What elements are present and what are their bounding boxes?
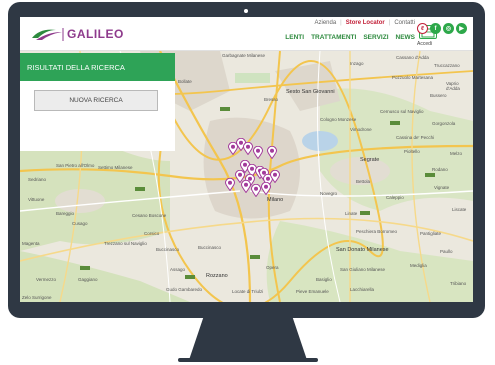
stage: Garbagnate Milanese Bollate Sesto San Gi… [0, 0, 495, 365]
top-links: Azienda | Store Locator | Contatti [314, 20, 415, 26]
monitor-base [178, 358, 318, 362]
map-label: Paullo [440, 249, 453, 254]
monitor-stand [189, 318, 307, 360]
map-label: Bettola [356, 179, 371, 184]
map-label: Basiglio [316, 277, 332, 282]
logo-swoosh-icon [32, 28, 64, 41]
map-label: Trezzano sul Naviglio [104, 241, 147, 246]
map-label: Vimodrone [350, 127, 372, 132]
map-label: Bresso [264, 97, 279, 102]
map-label: Gudo Gambaredo [166, 287, 203, 292]
results-panel: RISULTATI DELLA RICERCA NUOVA RICERCA [20, 53, 175, 151]
monitor-frame: Garbagnate Milanese Bollate Sesto San Gi… [8, 2, 485, 318]
nav-servizi[interactable]: SERVIZI [363, 34, 388, 41]
site-header: GALILEO Azienda | Store Locator | Contat… [20, 17, 473, 51]
map-label: Bussero [430, 93, 447, 98]
map-label: Segrate [360, 157, 380, 163]
new-search-button[interactable]: NUOVA RICERCA [34, 90, 158, 111]
map-label: Liscate [452, 207, 467, 212]
map-label: Tribiano [450, 281, 467, 286]
map-label: Rodano [432, 167, 448, 172]
accessibility-icon[interactable]: ℓ [417, 23, 428, 34]
store-pin-icon[interactable] [251, 184, 261, 197]
store-pin-icon[interactable] [261, 182, 271, 195]
map-label: Milano [267, 197, 284, 203]
instagram-icon[interactable]: ◎ [443, 23, 454, 34]
map-label: Locate di Triulzi [232, 289, 264, 294]
map-label: Buccinasco [156, 247, 180, 252]
map-label: Cologno Monzese [320, 117, 357, 122]
map-label: Bollate [178, 79, 192, 84]
store-pin-icon[interactable] [225, 178, 235, 191]
map-label: Rozzano [206, 273, 228, 279]
results-title: RISULTATI DELLA RICERCA [20, 53, 175, 81]
map-label: Lacchiarella [350, 287, 375, 292]
map-label: Corsico [144, 231, 160, 236]
map-label: Novegro [320, 191, 338, 196]
map-label: Settimo Milanese [98, 165, 133, 170]
nav-lenti[interactable]: LENTI [285, 34, 304, 41]
camera-dot [244, 9, 248, 13]
brand-name: GALILEO [67, 27, 124, 41]
map-label: San Donato Milanese [336, 247, 389, 253]
store-pin-icon[interactable] [253, 146, 263, 159]
map-label: Linate [345, 211, 358, 216]
map-label: San Pietro all'Olmo [56, 163, 95, 168]
map-label: Mediglia [410, 263, 427, 268]
link-contatti[interactable]: Contatti [394, 20, 415, 26]
accedi-label: Accedi [417, 41, 433, 47]
nav-trattamenti[interactable]: TRATTAMENTI [311, 34, 356, 41]
map-label: Sesto San Giovanni [286, 89, 335, 95]
map-label: Cassano d'Adda [396, 55, 429, 60]
facebook-icon[interactable]: f [430, 23, 441, 34]
store-pin-icon[interactable] [270, 170, 280, 183]
youtube-icon[interactable]: ▶ [456, 23, 467, 34]
map-label: Cassina de' Pecchi [396, 135, 435, 140]
map-label: Truccazzano [434, 63, 460, 68]
map-label: Gorgonzola [432, 121, 456, 126]
map-label: Pozzuolo Martesana [392, 75, 434, 80]
map-label: Pantigliate [420, 231, 442, 236]
map-label: Vignate [434, 185, 450, 190]
link-store-locator[interactable]: Store Locator [346, 20, 385, 26]
map-label: Vittuone [28, 197, 45, 202]
separator: | [388, 20, 391, 26]
nav-news[interactable]: NEWS [396, 34, 416, 41]
map-label: Cernusco sul Naviglio [380, 109, 424, 114]
screen: Garbagnate Milanese Bollate Sesto San Gi… [20, 17, 473, 302]
brand-logo[interactable]: GALILEO [30, 26, 124, 42]
map-label: Vaprio d'Adda [446, 81, 460, 91]
map-label: San Giuliano Milanese [340, 267, 386, 272]
map-label: Pieve Emanuele [296, 289, 329, 294]
map-label: Cusago [72, 221, 88, 226]
separator: | [340, 20, 342, 26]
main-nav: LENTI TRATTAMENTI SERVIZI NEWS [285, 34, 415, 41]
map-label: Garbagnate Milanese [222, 53, 266, 58]
map-label: Bareggio [56, 211, 75, 216]
map-label: Sedriano [28, 177, 47, 182]
map-label: Gaggiano [78, 277, 98, 282]
map-label: Zelo Surrigone [22, 295, 52, 300]
link-azienda[interactable]: Azienda [314, 20, 336, 26]
map-label: Inzago [350, 61, 364, 66]
map-label: Peschiera Borromeo [356, 229, 398, 234]
store-pin-icon[interactable] [241, 180, 251, 193]
map-label: Assago [170, 267, 186, 272]
map-label: Vermezzo [36, 277, 57, 282]
map-label: Caleppio [386, 195, 404, 200]
map-label: Opera [266, 265, 279, 270]
store-pin-icon[interactable] [267, 146, 277, 159]
map-label: Melzo [450, 151, 463, 156]
map-label: Buccinasco [198, 245, 222, 250]
map-label: Cesano Boscone [132, 213, 167, 218]
map-label: Magenta [22, 241, 40, 246]
store-pin-icon[interactable] [243, 142, 253, 155]
header-icons: ℓ f ◎ ▶ [417, 23, 467, 34]
map-label: Pioltello [404, 149, 420, 154]
